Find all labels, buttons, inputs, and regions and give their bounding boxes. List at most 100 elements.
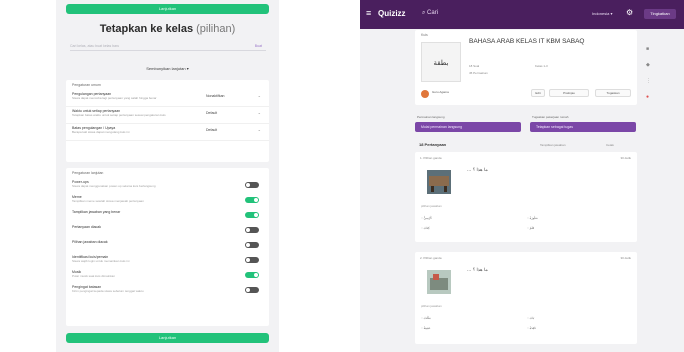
avatar (421, 90, 429, 98)
answer-option: نَافِذَةٌ (527, 326, 536, 330)
share-icon[interactable]: ◆ (646, 62, 650, 68)
top-navbar: ≡ Quizizz ⌕ Cari Indonesia ▾ ⚙ Tingkatka… (360, 0, 684, 29)
chevron-down-icon: ⌄ (257, 127, 261, 132)
quiz-title: BAHASA ARAB KELAS IT KBM SABAQ (469, 38, 585, 45)
toggle-switch[interactable] (245, 212, 259, 218)
quiz-thumbnail: بطقة (421, 42, 461, 82)
search-button[interactable]: ⌕ Cari (422, 10, 438, 17)
create-class-link[interactable]: Buat (255, 42, 262, 50)
answer-option: قَلَمٌ (527, 226, 534, 230)
show-answers-toggle[interactable]: Tampilkan jawaban (540, 143, 566, 147)
more-icon[interactable]: ⋮ (646, 78, 651, 84)
answers-label: pilihan jawaban (421, 304, 442, 308)
toggle-switch[interactable] (245, 242, 259, 248)
toggle-switch[interactable] (245, 182, 259, 188)
toggle-switch[interactable] (245, 227, 259, 233)
setting-desc: Tetapkan batas waktu untuk setiap pertan… (72, 113, 166, 117)
setting-desc: Siswa dapat mencoba lagi pertanyaan yang… (72, 96, 157, 100)
advanced-settings-header: Pengaturan lanjutan (72, 171, 104, 175)
questions-header: 18 Pertanyaan (419, 142, 447, 147)
question-card[interactable]: 1. Pilihan ganda 30 detik ... ما هذا ؟ p… (415, 152, 637, 242)
toggle-switch[interactable] (245, 287, 259, 293)
toggle-row: Pertanyaan diacak (66, 223, 269, 238)
toggle-switch[interactable] (245, 197, 259, 203)
assign-button[interactable]: Tugaskan (595, 89, 631, 97)
toggle-desc: Siswa wajib login untuk memainkan kuis i… (72, 259, 130, 263)
advanced-toggle[interactable]: Sembunyikan lanjutan ▾ (56, 66, 279, 71)
question-time: 30 detik (620, 156, 631, 160)
setting-value: Nonaktifkan (206, 94, 225, 98)
question-card[interactable]: 2. Pilihan ganda 30 detik ... ما هذا ؟ p… (415, 252, 637, 344)
toggle-row: Pilihan jawaban diacak (66, 238, 269, 253)
question-image (427, 170, 451, 194)
toggle-switch[interactable] (245, 272, 259, 278)
gear-icon[interactable]: ⚙ (626, 8, 633, 17)
setting-row[interactable]: Pengulangan pertanyaan Siswa dapat menco… (66, 90, 269, 107)
toggle-title: Pilihan jawaban diacak (72, 240, 108, 244)
toggle-switch[interactable] (245, 257, 259, 263)
page-title: Tetapkan ke kelas (pilihan) (56, 23, 279, 35)
answers-label: pilihan jawaban (421, 204, 442, 208)
edit-button[interactable]: Edit (531, 89, 545, 97)
answer-option: كِتَابٌ (421, 226, 430, 230)
toggle-row: Identifikasi kuis/pemain Siswa wajib log… (66, 253, 269, 268)
question-type: 2. Pilihan ganda (420, 256, 442, 260)
toggle-desc: Kirim pengingat kepada siswa sebelum ten… (72, 289, 144, 293)
print-button[interactable]: Cetak (606, 143, 614, 147)
answer-option: كُرْسِيٌّ (421, 216, 432, 220)
answer-option: سَبُّورَةٌ (527, 216, 538, 220)
upgrade-button[interactable]: Tingkatkan (644, 9, 676, 19)
assign-homework-button[interactable]: Tetapkan sebagai tugas (530, 122, 636, 132)
advanced-settings-card: Pengaturan lanjutan Power-ups Siswa dapa… (66, 168, 269, 326)
continue-button-top[interactable]: Lanjutkan (66, 4, 269, 14)
quiz-info-card: Kuis بطقة BAHASA ARAB KELAS IT KBM SABAQ… (415, 30, 637, 105)
general-settings-header: Pengaturan umum (72, 83, 101, 87)
setting-desc: Berapa kali siswa dapat mengulang kuis i… (72, 130, 130, 134)
report-icon[interactable]: ● (646, 94, 649, 100)
toggle-row: Power-ups Siswa dapat menggunakan power-… (66, 178, 269, 193)
brand-logo[interactable]: Quizizz (378, 9, 406, 18)
answer-option: بَابٌ (527, 316, 535, 320)
question-type: 1. Pilihan ganda (420, 156, 442, 160)
search-label: Cari (427, 10, 439, 16)
quiz-plays: 45 Permainan (469, 71, 488, 75)
menu-icon[interactable]: ≡ (366, 8, 371, 18)
live-game-label: Permainan langsung (417, 115, 445, 119)
toggle-row: Musik Putar musik saat kuis dimainkan (66, 268, 269, 283)
answer-option: مَكْتَبٌ (421, 316, 431, 320)
toggle-title: Pertanyaan diacak (72, 225, 101, 229)
setting-row[interactable]: Batas pengulangan / Upaya Berapa kali si… (66, 124, 269, 141)
setting-value: Default (206, 111, 218, 115)
toggle-row: Tampilkan jawaban yang benar (66, 208, 269, 223)
author-name[interactable]: Guru Agama (432, 90, 449, 94)
toggle-row: Meme Tampilkan meme setelah siswa menjaw… (66, 193, 269, 208)
homework-label: Tugaskan pekerjaan rumah (532, 115, 569, 119)
quiz-type-label: Kuis (421, 33, 428, 37)
answer-option: حَقِيبَةٌ (421, 326, 431, 330)
toggle-title: Tampilkan jawaban yang benar (72, 210, 121, 214)
class-search-input[interactable]: Cari kelas, atau buat kelas baru Buat (70, 42, 266, 51)
setting-value: Default (206, 128, 218, 132)
chevron-down-icon: ⌄ (257, 110, 261, 115)
class-search-placeholder: Cari kelas, atau buat kelas baru (70, 44, 120, 48)
toggle-desc: Siswa dapat menggunakan power-up selama … (72, 184, 156, 188)
setting-row[interactable]: Waktu untuk setiap pertanyaan Tetapkan b… (66, 107, 269, 124)
preview-button[interactable]: Pratinjau (549, 89, 589, 97)
continue-button-bottom[interactable]: Lanjutkan (66, 333, 269, 343)
start-live-game-button[interactable]: Mulai permainan langsung (415, 122, 521, 132)
question-text: ... ما هذا ؟ (467, 268, 488, 273)
title-bold: Tetapkan ke kelas (99, 23, 194, 35)
general-settings-card: Pengaturan umum Pengulangan pertanyaan S… (66, 80, 269, 162)
question-image (427, 270, 451, 294)
title-optional: (pilihan) (196, 23, 236, 35)
quiz-grade: Kelas 1-3 (535, 64, 548, 68)
language-select[interactable]: Indonesia ▾ (592, 11, 612, 16)
quiz-question-count: 18 Soal (469, 64, 480, 68)
question-text: ... ما هذا ؟ (467, 168, 488, 173)
question-time: 30 detik (620, 256, 631, 260)
toggle-row: Pengingat batasan Kirim pengingat kepada… (66, 283, 269, 298)
bookmark-icon[interactable]: ■ (646, 46, 649, 52)
toggle-desc: Putar musik saat kuis dimainkan (72, 274, 116, 278)
toggle-desc: Tampilkan meme setelah siswa menjawab pe… (72, 199, 144, 203)
chevron-down-icon: ⌄ (257, 93, 261, 98)
